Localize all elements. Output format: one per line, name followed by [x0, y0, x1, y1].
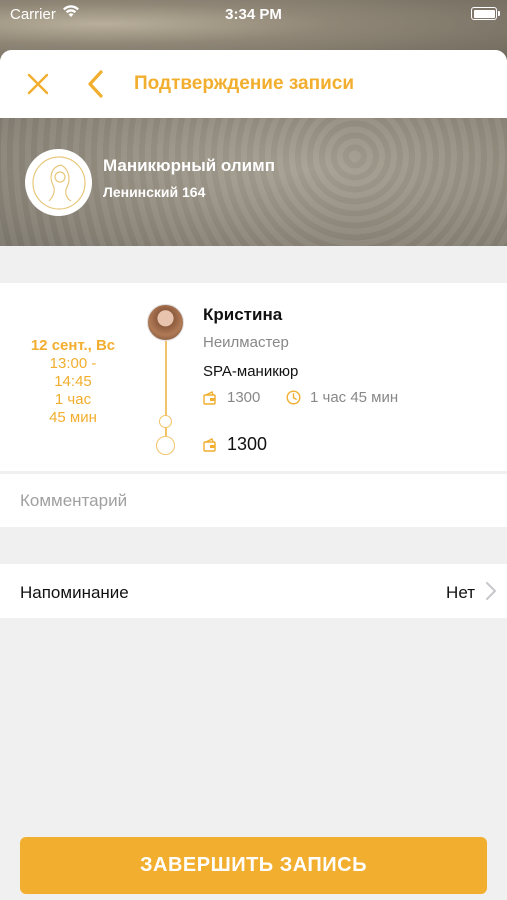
salon-logo-icon — [31, 155, 86, 210]
nav-bar: Подтверждение записи — [0, 50, 507, 118]
reminder-row[interactable]: Напоминание Нет — [0, 564, 507, 618]
master-role: Неилмастер — [203, 334, 289, 351]
total-price: 1300 — [227, 434, 268, 454]
chevron-right-icon — [486, 582, 496, 600]
booking-time-end: 14:45 — [54, 373, 92, 390]
master-avatar — [147, 304, 184, 341]
battery-icon — [471, 7, 500, 20]
booking-duration-hours: 1 час — [54, 391, 92, 408]
clock-icon — [286, 390, 301, 405]
reminder-label: Напоминание — [20, 583, 129, 602]
booking-sheet: Подтверждение записи Маникюрный олимп Ле… — [0, 50, 507, 900]
booking-date-column: 12 сент., Вс 13:00 - 14:45 1 час 45 мин — [18, 337, 128, 427]
wallet-icon — [203, 391, 216, 405]
booking-duration-minutes: 45 мин — [49, 409, 97, 426]
booking-card: 12 сент., Вс 13:00 - 14:45 1 час 45 мин … — [0, 283, 507, 471]
salon-address: Ленинский 164 — [103, 184, 206, 200]
status-bar: Carrier 3:34 PM — [0, 0, 507, 28]
master-name: Кристина — [203, 305, 283, 324]
reminder-value: Нет — [446, 583, 475, 602]
booking-date: 12 сент., Вс — [30, 337, 116, 354]
service-name: SPA-маникюр — [203, 363, 299, 380]
back-arrow-icon[interactable] — [82, 68, 110, 100]
complete-booking-button[interactable]: ЗАВЕРШИТЬ ЗАПИСЬ — [20, 837, 487, 894]
salon-name: Маникюрный олимп — [103, 156, 275, 175]
timeline-dot-service — [159, 415, 172, 428]
salon-logo — [25, 149, 92, 216]
page-title: Подтверждение записи — [134, 73, 354, 94]
comment-input[interactable] — [20, 474, 490, 527]
service-duration: 1 час 45 мин — [310, 389, 399, 406]
wallet-icon — [203, 438, 216, 452]
salon-header: Маникюрный олимп Ленинский 164 — [0, 118, 507, 246]
service-price: 1300 — [227, 389, 261, 406]
timeline-dot-total — [156, 436, 175, 455]
close-icon[interactable] — [24, 70, 52, 98]
comment-row — [0, 474, 507, 527]
status-time: 3:34 PM — [225, 6, 282, 23]
booking-time-start: 13:00 - — [49, 355, 97, 372]
